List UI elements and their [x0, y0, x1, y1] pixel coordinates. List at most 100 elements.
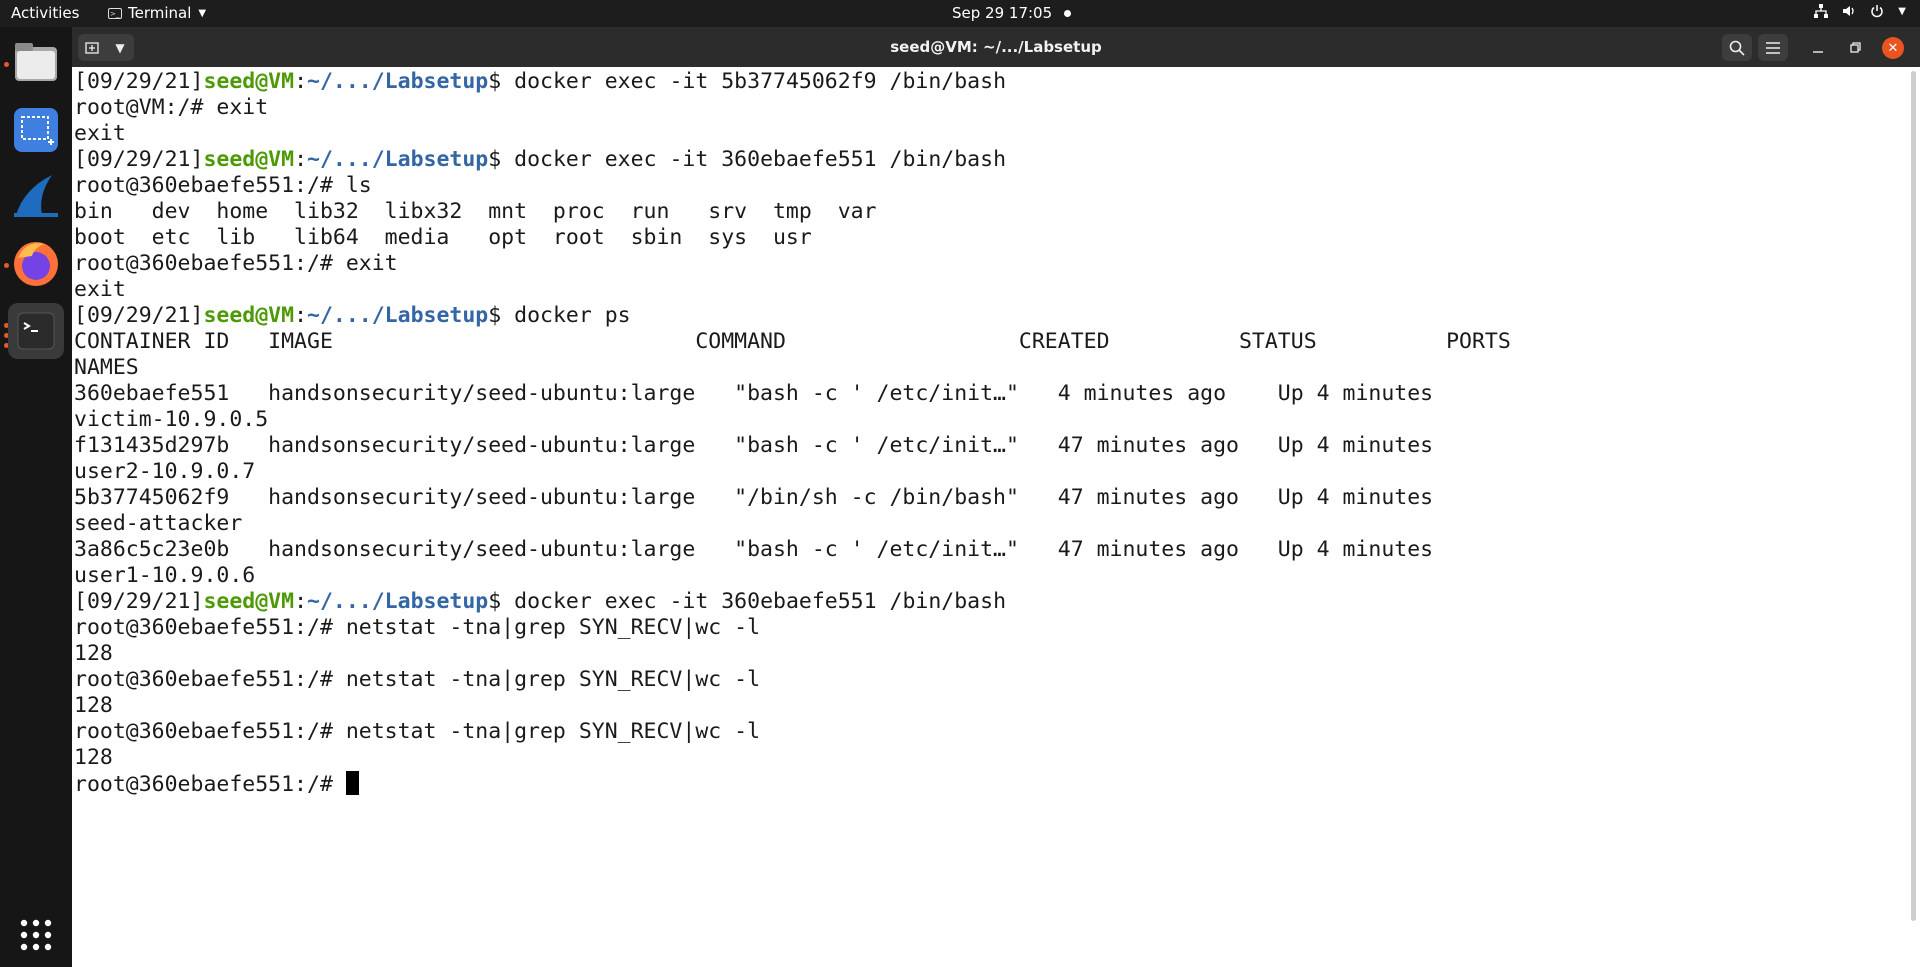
- close-button[interactable]: ✕: [1882, 37, 1904, 59]
- prompt-date: [09/29/21]: [74, 589, 204, 614]
- terminal-line: 128: [74, 745, 1904, 771]
- maximize-button[interactable]: [1842, 34, 1869, 61]
- line-text: root@360ebaefe551:/# netstat -tna|grep S…: [74, 667, 761, 692]
- terminal-line: 5b37745062f9 handsonsecurity/seed-ubuntu…: [74, 485, 1904, 511]
- line-text: exit: [74, 277, 126, 302]
- terminal-line: CONTAINER ID IMAGE COMMAND CREATED STATU…: [74, 329, 1904, 355]
- terminal-line: root@360ebaefe551:/# netstat -tna|grep S…: [74, 615, 1904, 641]
- minimize-button[interactable]: [1804, 34, 1831, 61]
- line-text: root@360ebaefe551:/# ls: [74, 173, 372, 198]
- command-text: docker ps: [501, 303, 631, 328]
- prompt-colon: :: [294, 69, 308, 94]
- app-menu[interactable]: >_ Terminal ▼: [108, 4, 206, 22]
- line-text: victim-10.9.0.5: [74, 407, 269, 432]
- prompt-colon: :: [294, 589, 308, 614]
- terminal-line: 128: [74, 641, 1904, 667]
- terminal-line: root@360ebaefe551:/#: [74, 771, 1904, 797]
- prompt-user: seed@VM: [203, 69, 295, 94]
- line-text: CONTAINER ID IMAGE COMMAND CREATED STATU…: [74, 329, 1511, 354]
- terminal-window: ▼ seed@VM: ~/.../Labsetup ✕ [09/29/21]se…: [72, 27, 1920, 967]
- terminal-line: seed-attacker: [74, 511, 1904, 537]
- terminal-icon[interactable]: [8, 303, 64, 359]
- prompt-path: ~/.../Labsetup: [307, 303, 489, 328]
- prompt-user: seed@VM: [203, 147, 295, 172]
- prompt-path: ~/.../Labsetup: [307, 589, 489, 614]
- hamburger-icon: [1766, 41, 1780, 54]
- terminal-line: victim-10.9.0.5: [74, 407, 1904, 433]
- terminal-line: root@VM:/# exit: [74, 95, 1904, 121]
- activities-button[interactable]: Activities: [11, 4, 79, 22]
- app-menu-label: Terminal: [128, 4, 192, 22]
- prompt-colon: :: [294, 303, 308, 328]
- line-text: 128: [74, 693, 113, 718]
- prompt-colon: :: [294, 147, 308, 172]
- screenshot-icon[interactable]: [8, 102, 64, 158]
- line-text: 5b37745062f9 handsonsecurity/seed-ubuntu…: [74, 485, 1434, 510]
- line-text: 360ebaefe551 handsonsecurity/seed-ubuntu…: [74, 381, 1434, 406]
- prompt-dollar: $: [488, 147, 502, 172]
- terminal-line: exit: [74, 277, 1904, 303]
- terminal-line: root@360ebaefe551:/# ls: [74, 173, 1904, 199]
- search-button[interactable]: [1722, 34, 1752, 61]
- line-text: root@360ebaefe551:/# netstat -tna|grep S…: [74, 719, 761, 744]
- restore-icon: [1850, 42, 1861, 53]
- text-cursor: [345, 771, 359, 795]
- line-text: f131435d297b handsonsecurity/seed-ubuntu…: [74, 433, 1434, 458]
- terminal-line: 360ebaefe551 handsonsecurity/seed-ubuntu…: [74, 381, 1904, 407]
- line-text: 3a86c5c23e0b handsonsecurity/seed-ubuntu…: [74, 537, 1434, 562]
- prompt-dollar: $: [488, 303, 502, 328]
- terminal-line: 3a86c5c23e0b handsonsecurity/seed-ubuntu…: [74, 537, 1904, 563]
- system-tray[interactable]: ▼: [1814, 4, 1906, 18]
- show-apps-grid-icon[interactable]: [8, 907, 64, 963]
- terminal-line: f131435d297b handsonsecurity/seed-ubuntu…: [74, 433, 1904, 459]
- prompt-date: [09/29/21]: [74, 147, 204, 172]
- terminal-line: root@360ebaefe551:/# exit: [74, 251, 1904, 277]
- terminal-line: user2-10.9.0.7: [74, 459, 1904, 485]
- line-text: root@360ebaefe551:/# netstat -tna|grep S…: [74, 615, 761, 640]
- terminal-line: [09/29/21]seed@VM:~/.../Labsetup$ docker…: [74, 589, 1904, 615]
- close-icon: ✕: [1887, 40, 1899, 56]
- terminal-output[interactable]: [09/29/21]seed@VM:~/.../Labsetup$ docker…: [74, 69, 1904, 964]
- notification-dot-icon: [1064, 9, 1072, 17]
- line-text: bin dev home lib32 libx32 mnt proc run s…: [74, 199, 877, 224]
- prompt-date: [09/29/21]: [74, 69, 204, 94]
- line-text: root@360ebaefe551:/#: [74, 772, 346, 797]
- title-bar[interactable]: ▼ seed@VM: ~/.../Labsetup ✕: [72, 27, 1920, 67]
- chevron-down-icon: ▼: [198, 7, 207, 19]
- wireshark-icon[interactable]: [8, 169, 64, 225]
- line-text: user2-10.9.0.7: [74, 459, 256, 484]
- prompt-path: ~/.../Labsetup: [307, 69, 489, 94]
- prompt-dollar: $: [488, 69, 502, 94]
- files-icon[interactable]: [8, 35, 64, 91]
- command-text: docker exec -it 5b37745062f9 /bin/bash: [501, 69, 1007, 94]
- line-text: boot etc lib lib64 media opt root sbin s…: [74, 225, 812, 250]
- firefox-icon[interactable]: [8, 236, 64, 292]
- line-text: NAMES: [74, 355, 139, 380]
- terminal-line: root@360ebaefe551:/# netstat -tna|grep S…: [74, 719, 1904, 745]
- dock: [0, 27, 72, 967]
- command-text: docker exec -it 360ebaefe551 /bin/bash: [501, 147, 1007, 172]
- prompt-user: seed@VM: [203, 303, 295, 328]
- clock-label: Sep 29 17:05: [952, 4, 1053, 22]
- line-text: seed-attacker: [74, 511, 243, 536]
- chevron-down-icon: ▼: [1898, 5, 1906, 17]
- line-text: 128: [74, 641, 113, 666]
- terminal-line: user1-10.9.0.6: [74, 563, 1904, 589]
- terminal-line: 128: [74, 693, 1904, 719]
- prompt-path: ~/.../Labsetup: [307, 147, 489, 172]
- search-icon: [1729, 40, 1745, 56]
- scrollbar[interactable]: [1911, 71, 1916, 921]
- line-text: root@360ebaefe551:/# exit: [74, 251, 398, 276]
- minimize-icon: [1812, 50, 1823, 53]
- prompt-date: [09/29/21]: [74, 303, 204, 328]
- line-text: user1-10.9.0.6: [74, 563, 256, 588]
- prompt-dollar: $: [488, 589, 502, 614]
- menu-button[interactable]: [1758, 34, 1788, 61]
- clock[interactable]: Sep 29 17:05: [952, 4, 1072, 22]
- terminal-line: NAMES: [74, 355, 1904, 381]
- terminal-line: boot etc lib lib64 media opt root sbin s…: [74, 225, 1904, 251]
- line-text: root@VM:/# exit: [74, 95, 269, 120]
- prompt-user: seed@VM: [203, 589, 295, 614]
- terminal-line: exit: [74, 121, 1904, 147]
- line-text: exit: [74, 121, 126, 146]
